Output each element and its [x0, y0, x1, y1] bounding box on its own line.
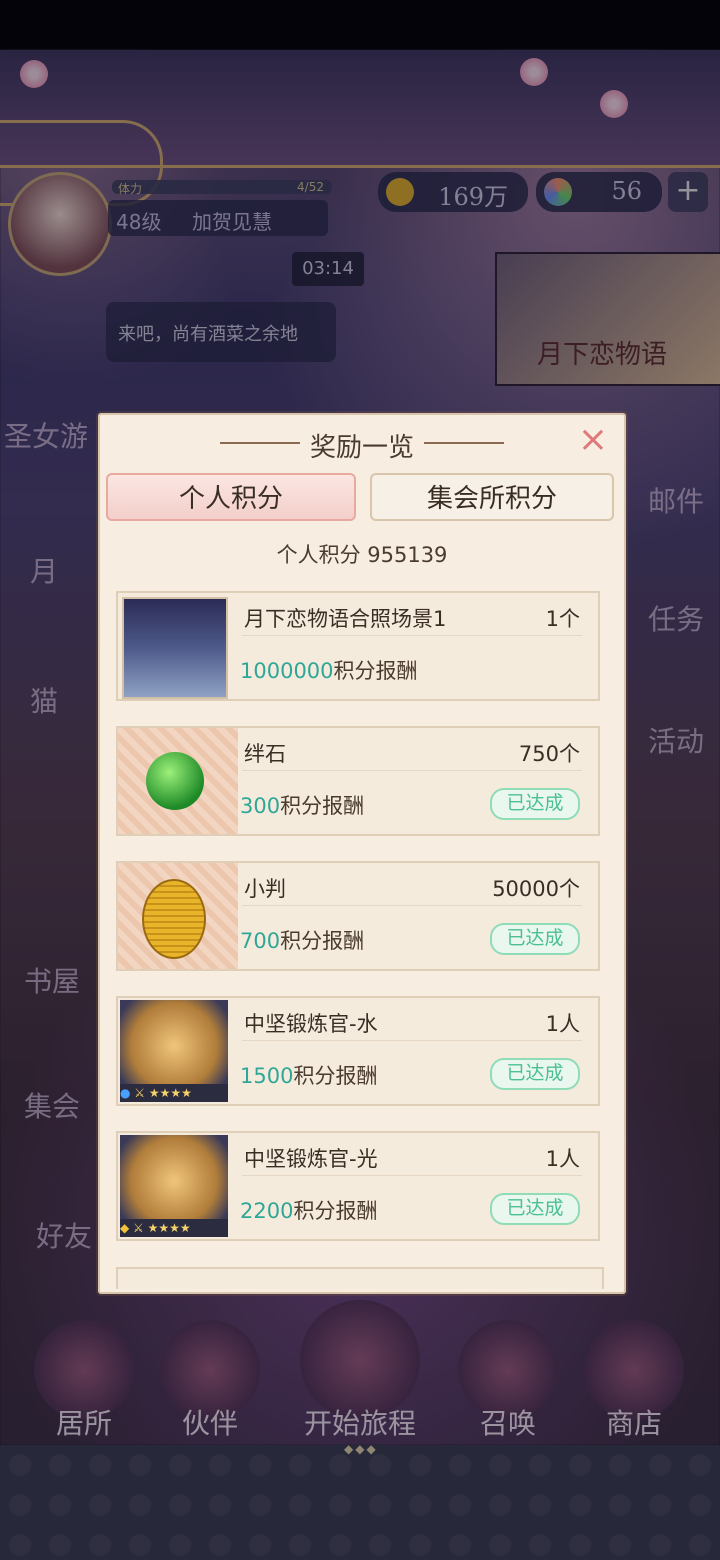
light-character-icon: ◆ ⚔ ★★★★ [120, 1135, 228, 1237]
divider [242, 770, 582, 771]
reward-card: ◆ ⚔ ★★★★ 中坚锻炼官-光 1人 2200积分报酬 已达成 [116, 1131, 600, 1241]
modal-header: 奖励一览 × [100, 415, 624, 471]
koban-coin-icon [142, 879, 206, 959]
reward-card-partial [116, 1267, 604, 1289]
reward-qty: 1个 [545, 607, 580, 631]
reward-points: 700积分报酬 [240, 925, 364, 955]
water-character-icon: ● ⚔ ★★★★ [120, 1000, 228, 1102]
reward-card: 月下恋物语合照场景1 1个 1000000积分报酬 [116, 591, 600, 701]
divider [242, 905, 582, 906]
achieved-badge: 已达成 [490, 1058, 580, 1090]
personal-score: 个人积分 955139 [276, 543, 448, 567]
title-ornament [424, 442, 504, 444]
reward-qty: 1人 [545, 1012, 580, 1036]
points-suffix: 积分报酬 [293, 1199, 378, 1223]
rarity-badge: ◆ ⚔ ★★★★ [120, 1219, 228, 1237]
reward-card: 绊石 750个 300积分报酬 已达成 [116, 726, 600, 836]
rarity-stars: ★★★★ [147, 1221, 191, 1235]
close-icon[interactable]: × [576, 422, 610, 458]
tab-personal-points[interactable]: 个人积分 [106, 473, 356, 521]
achieved-badge: 已达成 [490, 1193, 580, 1225]
points-value: 300 [240, 794, 281, 818]
reward-name: 小判 [244, 877, 286, 901]
points-value: 1000000 [240, 659, 334, 683]
gem-icon [146, 752, 204, 810]
reward-points: 300积分报酬 [240, 790, 364, 820]
reward-points: 2200积分报酬 [240, 1195, 377, 1225]
reward-name: 中坚锻炼官-光 [244, 1147, 378, 1171]
reward-name: 绊石 [244, 742, 286, 766]
points-suffix: 积分报酬 [280, 794, 365, 818]
rarity-badge: ● ⚔ ★★★★ [120, 1084, 228, 1102]
reward-name: 中坚锻炼官-水 [244, 1012, 378, 1036]
points-suffix: 积分报酬 [333, 659, 418, 683]
rarity-stars: ★★★★ [148, 1086, 192, 1100]
tab-guild-points[interactable]: 集会所积分 [370, 473, 614, 521]
reward-qty: 750个 [518, 742, 580, 766]
points-value: 2200 [240, 1199, 294, 1223]
achieved-badge: 已达成 [490, 923, 580, 955]
scene-icon [122, 597, 228, 699]
reward-card: 小判 50000个 700积分报酬 已达成 [116, 861, 600, 971]
reward-points: 1500积分报酬 [240, 1060, 377, 1090]
reward-qty: 50000个 [492, 877, 580, 901]
achieved-badge: 已达成 [490, 788, 580, 820]
divider [242, 1040, 582, 1041]
points-suffix: 积分报酬 [293, 1064, 378, 1088]
card-pattern [118, 863, 238, 969]
reward-qty: 1人 [545, 1147, 580, 1171]
points-value: 700 [240, 929, 281, 953]
points-suffix: 积分报酬 [280, 929, 365, 953]
reward-list-modal: 奖励一览 × 个人积分 集会所积分 个人积分 955139 月下恋物语合照场景1… [98, 413, 626, 1294]
reward-points: 1000000积分报酬 [240, 655, 418, 685]
card-pattern [118, 728, 238, 834]
reward-name: 月下恋物语合照场景1 [244, 607, 447, 631]
modal-title: 奖励一览 [309, 433, 414, 463]
reward-card: ● ⚔ ★★★★ 中坚锻炼官-水 1人 1500积分报酬 已达成 [116, 996, 600, 1106]
divider [242, 1175, 582, 1176]
points-value: 1500 [240, 1064, 294, 1088]
divider [242, 635, 582, 636]
